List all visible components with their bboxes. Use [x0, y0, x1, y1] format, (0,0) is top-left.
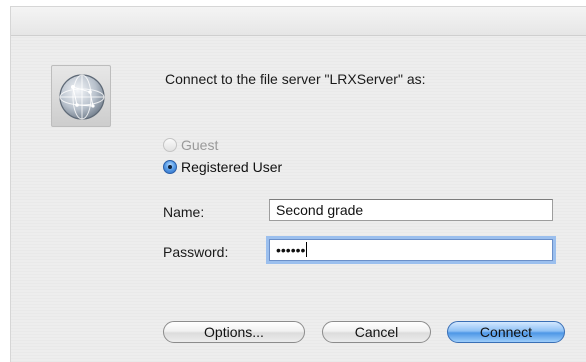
- server-globe-icon: [51, 65, 111, 127]
- password-field[interactable]: ••••••: [269, 239, 553, 261]
- password-mask: ••••••: [276, 242, 306, 258]
- guest-option: Guest: [163, 137, 218, 153]
- registered-user-option[interactable]: Registered User: [163, 159, 282, 175]
- dialog-title-band: [11, 7, 586, 36]
- connect-button[interactable]: Connect: [447, 321, 565, 343]
- name-field[interactable]: Second grade: [269, 199, 553, 221]
- text-caret: [306, 242, 308, 257]
- connect-dialog: Connect to the file server "LRXServer" a…: [10, 6, 586, 362]
- guest-radio: [163, 138, 177, 152]
- guest-label: Guest: [181, 137, 219, 153]
- password-label: Password:: [163, 244, 229, 260]
- connect-prompt: Connect to the file server "LRXServer" a…: [165, 71, 426, 87]
- registered-user-label[interactable]: Registered User: [181, 159, 282, 175]
- name-field-value: Second grade: [276, 202, 364, 218]
- registered-user-radio[interactable]: [163, 160, 177, 174]
- name-label: Name:: [163, 204, 205, 220]
- options-button[interactable]: Options...: [163, 321, 305, 343]
- cancel-button[interactable]: Cancel: [322, 321, 431, 343]
